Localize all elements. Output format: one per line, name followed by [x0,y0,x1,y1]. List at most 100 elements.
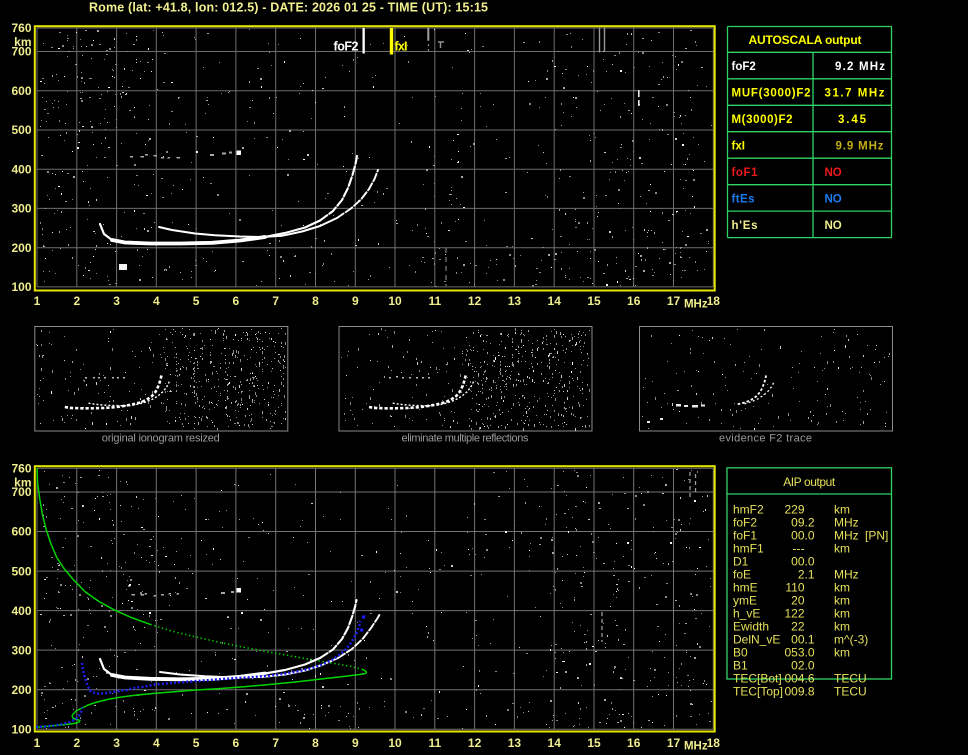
svg-text:17: 17 [667,294,681,308]
svg-text:11: 11 [428,736,441,750]
svg-text:foE: foE [733,568,751,582]
svg-text:hmF1: hmF1 [733,542,764,556]
svg-text:17: 17 [667,736,681,750]
svg-text:500: 500 [11,564,31,578]
svg-text:2: 2 [73,736,80,750]
svg-text:9.2 MHz: 9.2 MHz [835,61,885,73]
svg-text:4: 4 [153,294,160,308]
svg-text:fxI: fxI [395,40,408,54]
svg-text:km: km [834,542,850,556]
svg-text:11: 11 [428,294,441,308]
svg-text:9.9 MHz: 9.9 MHz [836,140,884,152]
svg-text:18: 18 [707,736,721,750]
svg-text:foF2: foF2 [733,516,757,530]
svg-text:00: 00 [791,633,805,647]
svg-text:h_vE: h_vE [733,607,760,621]
svg-text:foF1: foF1 [732,167,759,179]
svg-text:600: 600 [11,525,31,539]
svg-text:229: 229 [784,503,804,517]
svg-text:16: 16 [627,294,641,308]
svg-text:200: 200 [11,683,31,697]
svg-text:km: km [834,646,850,660]
svg-text:.1: .1 [805,633,815,647]
svg-text:009: 009 [784,685,804,699]
svg-text:14: 14 [548,736,562,750]
svg-text:km: km [14,475,31,489]
svg-text:760: 760 [11,21,31,35]
svg-text:31.7 MHz: 31.7 MHz [825,88,885,100]
svg-text:7: 7 [272,294,279,308]
svg-text:eliminate multiple reflections: eliminate multiple reflections [402,433,530,445]
svg-text:13: 13 [508,736,522,750]
svg-text:hmE: hmE [733,581,758,595]
svg-text:14: 14 [548,294,562,308]
svg-text:7: 7 [272,736,279,750]
svg-text:---: --- [793,542,805,556]
svg-text:12: 12 [468,736,482,750]
svg-text:DelN_vE: DelN_vE [733,633,780,647]
svg-text:foF2: foF2 [732,61,756,73]
svg-text:09: 09 [791,516,805,530]
svg-text:AUTOSCALA output: AUTOSCALA output [749,33,862,47]
svg-text:122: 122 [784,607,804,621]
svg-text:02: 02 [791,659,805,673]
svg-text:004: 004 [784,672,804,686]
svg-text:18: 18 [707,294,721,308]
svg-text:12: 12 [468,294,482,308]
svg-text:M(3000)F2: M(3000)F2 [732,114,793,126]
svg-text:MHz: MHz [684,299,708,311]
svg-text:km: km [834,607,850,621]
svg-text:NO: NO [825,220,842,232]
svg-text:053: 053 [784,646,804,660]
svg-text:2: 2 [73,294,80,308]
svg-text:200: 200 [11,241,31,255]
svg-text:1: 1 [34,736,41,750]
svg-text:foF1: foF1 [733,529,757,543]
svg-text:km: km [14,35,31,49]
svg-text:D1: D1 [733,555,749,569]
svg-text:.0: .0 [805,529,815,543]
svg-text:760: 760 [11,462,31,476]
svg-text:300: 300 [11,202,31,216]
svg-text:600: 600 [11,84,31,98]
svg-text:3.45: 3.45 [838,114,867,126]
svg-text:00: 00 [791,529,805,543]
svg-text:hmF2: hmF2 [733,503,764,517]
svg-text:400: 400 [11,162,31,176]
svg-text:4: 4 [153,736,160,750]
svg-text:ftEs: ftEs [732,193,755,205]
svg-text:500: 500 [11,123,31,137]
svg-text:B1: B1 [733,659,748,673]
svg-text:km: km [834,503,850,517]
svg-text:h'Es: h'Es [732,220,758,232]
svg-text:foF2: foF2 [334,40,359,54]
svg-text:NO: NO [825,193,842,205]
svg-text:.0: .0 [805,646,815,660]
svg-text:m^(-3): m^(-3) [834,633,868,647]
svg-text:20: 20 [791,594,805,608]
svg-text:km: km [834,620,850,634]
svg-text:100: 100 [11,722,31,736]
svg-text:3: 3 [113,294,120,308]
svg-text:.0: .0 [805,555,815,569]
svg-text:NO: NO [825,167,842,179]
svg-text:km: km [834,594,850,608]
svg-text:9: 9 [352,736,359,750]
svg-text:8: 8 [312,294,319,308]
svg-text:15: 15 [587,736,601,750]
svg-text:.8: .8 [805,685,815,699]
svg-text:MHz: MHz [834,516,859,530]
svg-text:km: km [834,581,850,595]
svg-text:10: 10 [388,736,402,750]
svg-text:AIP output: AIP output [783,475,836,489]
svg-text:15: 15 [587,294,601,308]
svg-text:evidence F2 trace: evidence F2 trace [719,433,812,445]
svg-text:MHz: MHz [834,529,859,543]
svg-text:3: 3 [113,736,120,750]
svg-text:100: 100 [11,280,31,294]
svg-text:6: 6 [233,294,240,308]
svg-text:00: 00 [791,555,805,569]
svg-text:TEC[Bot]: TEC[Bot] [733,672,782,686]
svg-text:.6: .6 [805,672,815,686]
svg-text:1: 1 [34,294,41,308]
